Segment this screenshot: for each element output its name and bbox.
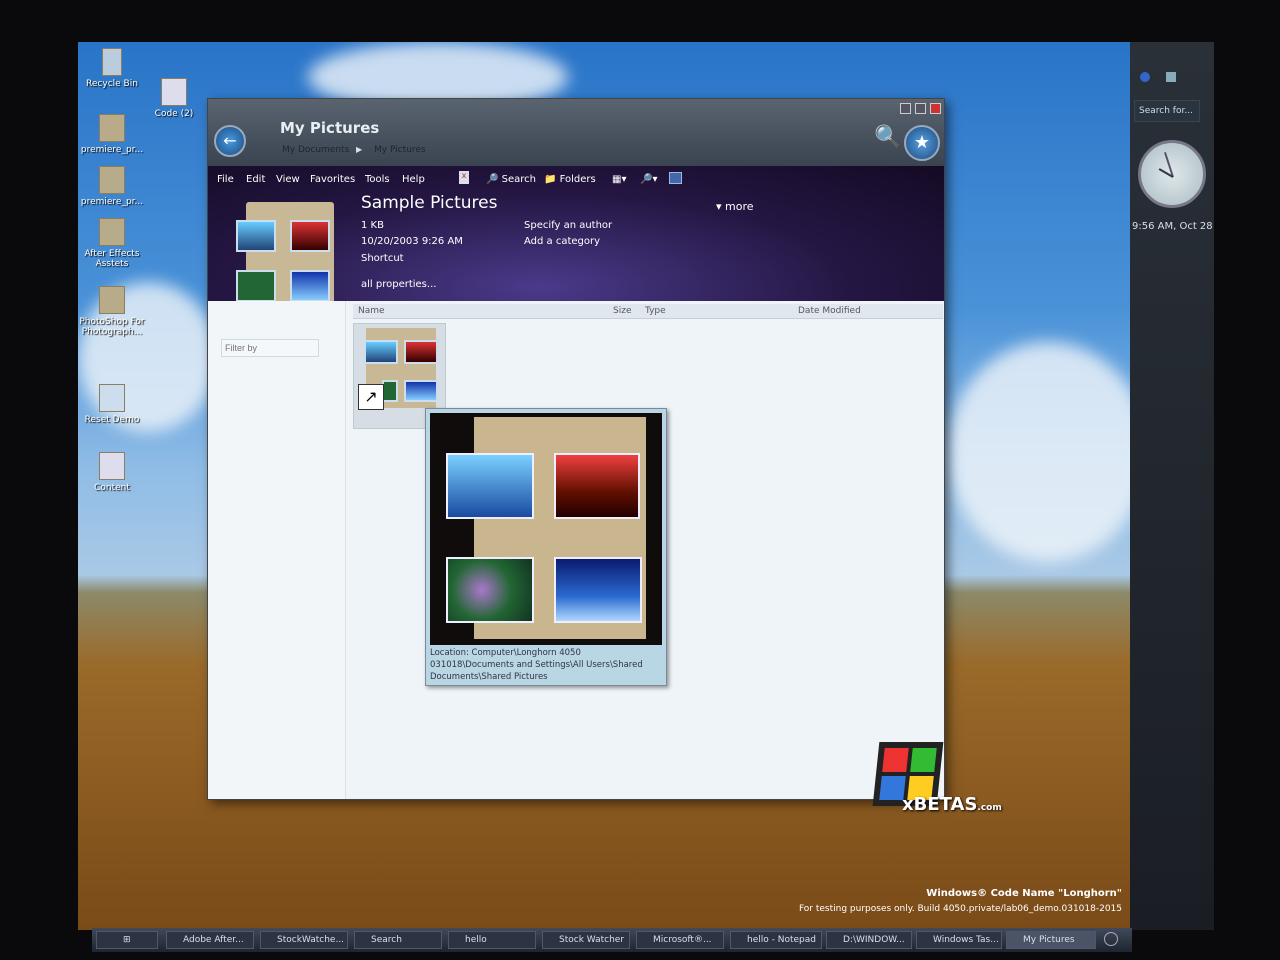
start-button[interactable]: ⊞	[96, 931, 158, 949]
desktop-icon-premiere-2[interactable]: premiere_pr...	[78, 166, 152, 207]
sidebar: Search for... 9:56 AM, Oct 28	[1130, 42, 1214, 930]
folder-icon	[99, 166, 125, 194]
breadcrumb-my-pictures[interactable]: My Pictures	[374, 145, 426, 155]
delete-icon[interactable]: x	[459, 171, 469, 184]
title-bar: ← My Pictures My Documents ▶ My Pictures…	[208, 99, 944, 166]
tooltip-location: Location: Computer\Longhorn 4050 031018\…	[430, 648, 643, 682]
minimize-button[interactable]	[900, 103, 911, 114]
preview-name: Sample Pictures	[361, 193, 498, 213]
filter-input[interactable]	[221, 339, 319, 357]
shortcut-icon	[161, 78, 187, 106]
views-button[interactable]: ▦▾	[612, 174, 626, 185]
tooltip-preview	[430, 413, 662, 645]
taskbar-item[interactable]: hello	[448, 931, 536, 949]
clock-time: 9:56 AM, Oct 28	[1132, 221, 1213, 232]
taskbar-item[interactable]: Windows Tas...	[916, 931, 1002, 949]
back-button[interactable]: ←	[214, 125, 246, 157]
tooltip: Location: Computer\Longhorn 4050 031018\…	[425, 408, 667, 686]
search-button[interactable]: 🔎 Search	[486, 174, 536, 185]
favorites-star-button[interactable]: ★	[904, 125, 940, 161]
menu-view[interactable]: View	[276, 174, 300, 185]
folder-icon	[99, 218, 125, 246]
preview-date: 10/20/2003 9:26 AM	[361, 236, 463, 247]
column-type[interactable]: Type	[645, 306, 666, 316]
breadcrumb-separator-icon: ▶	[356, 145, 363, 154]
recycle-bin-icon	[102, 48, 122, 76]
folder-thumbnail	[236, 202, 334, 306]
preview-type: Shortcut	[361, 253, 404, 264]
column-date-modified[interactable]: Date Modified	[798, 306, 861, 316]
search-icon: 🔎	[486, 174, 499, 185]
search-magnifier-icon[interactable]: 🔍	[874, 125, 901, 150]
close-button[interactable]	[930, 103, 941, 114]
analog-clock	[1138, 140, 1206, 208]
sidebar-search[interactable]: Search for...	[1134, 100, 1200, 122]
desktop-icon-after-effects[interactable]: After Effects Asstets	[78, 218, 152, 269]
desktop-icon-photoshop[interactable]: PhotoShop For Photograph...	[78, 286, 152, 337]
folders-button[interactable]: 📁 Folders	[544, 174, 596, 185]
watermark-build: For testing purposes only. Build 4050.pr…	[798, 904, 1122, 914]
desktop-icon-code[interactable]: Code (2)	[134, 78, 214, 119]
menu-favorites[interactable]: Favorites	[310, 174, 355, 185]
taskbar-item[interactable]: Microsoft®...	[636, 931, 724, 949]
author-field[interactable]: Specify an author	[524, 220, 612, 231]
folder-icon	[99, 114, 125, 142]
more-button[interactable]: ▾ more	[716, 200, 754, 213]
back-arrow-icon: ←	[223, 131, 237, 150]
left-pane	[208, 301, 346, 799]
taskbar-item[interactable]: hello - Notepad	[730, 931, 822, 949]
menu-tools[interactable]: Tools	[365, 174, 390, 185]
taskbar-item[interactable]: Adobe After...	[166, 931, 254, 949]
column-header: Name Size Type Date Modified	[353, 304, 943, 319]
taskbar-item[interactable]: D:\WINDOW...	[826, 931, 912, 949]
all-properties-link[interactable]: all properties...	[361, 279, 436, 290]
shortcut-arrow-icon: ↗	[358, 384, 384, 410]
taskbar-item[interactable]: StockWatche...	[260, 931, 348, 949]
toolbar-and-preview: File Edit View Favorites Tools Help x 🔎 …	[208, 166, 944, 306]
preview-pane-icon[interactable]	[669, 172, 682, 184]
taskbar-item-active[interactable]: My Pictures	[1006, 931, 1096, 949]
menu-file[interactable]: File	[217, 174, 234, 185]
maximize-button[interactable]	[915, 103, 926, 114]
category-field[interactable]: Add a category	[524, 236, 600, 247]
shortcut-icon	[99, 384, 125, 412]
zoom-button[interactable]: 🔎▾	[640, 174, 657, 185]
window-title: My Pictures	[280, 119, 380, 137]
taskbar-item[interactable]: Search	[354, 931, 442, 949]
preview-size: 1 KB	[361, 220, 384, 231]
column-size[interactable]: Size	[613, 306, 631, 316]
desktop-icon-content[interactable]: Content	[78, 452, 152, 493]
taskbar: ⊞ Adobe After... StockWatche... Search h…	[92, 928, 1132, 952]
tray-icon[interactable]	[1104, 932, 1118, 946]
sidebar-tile-icon-2[interactable]	[1166, 72, 1176, 82]
desktop-icon-premiere-1[interactable]: premiere_pr...	[78, 114, 152, 155]
watermark-title: Windows® Code Name "Longhorn"	[926, 888, 1122, 899]
shortcut-icon	[99, 452, 125, 480]
menu-edit[interactable]: Edit	[246, 174, 265, 185]
menu-help[interactable]: Help	[402, 174, 425, 185]
column-name[interactable]: Name	[358, 306, 385, 316]
desktop-icon-reset-demo[interactable]: Reset Demo	[78, 384, 152, 425]
xbetas-logo: xBETAS.com	[872, 738, 1002, 818]
folders-icon: 📁	[544, 174, 557, 185]
taskbar-item[interactable]: Stock Watcher	[542, 931, 630, 949]
sidebar-tile-icon[interactable]	[1140, 72, 1150, 82]
breadcrumb-my-documents[interactable]: My Documents	[282, 145, 349, 155]
folder-icon	[99, 286, 125, 314]
